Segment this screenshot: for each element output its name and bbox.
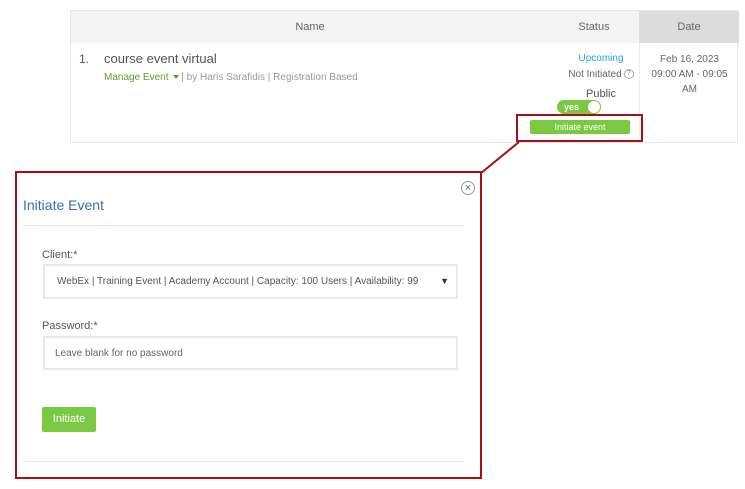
initiate-button[interactable]: Initiate	[42, 407, 96, 432]
client-label: Client:*	[42, 249, 78, 261]
client-selected-value: WebEx | Training Event | Academy Account…	[57, 276, 419, 287]
modal-title: Initiate Event	[23, 197, 104, 213]
modal-header-divider	[23, 225, 464, 226]
client-select[interactable]: WebEx | Training Event | Academy Account…	[43, 264, 458, 299]
password-label: Password:*	[42, 320, 98, 332]
chevron-down-icon: ▼	[440, 276, 449, 286]
password-input[interactable]	[43, 336, 458, 370]
close-icon[interactable]: ×	[461, 181, 475, 195]
modal-footer-divider	[23, 461, 464, 462]
initiate-event-modal: Initiate Event × Client:* WebEx | Traini…	[15, 171, 482, 479]
callout-line	[480, 141, 520, 174]
